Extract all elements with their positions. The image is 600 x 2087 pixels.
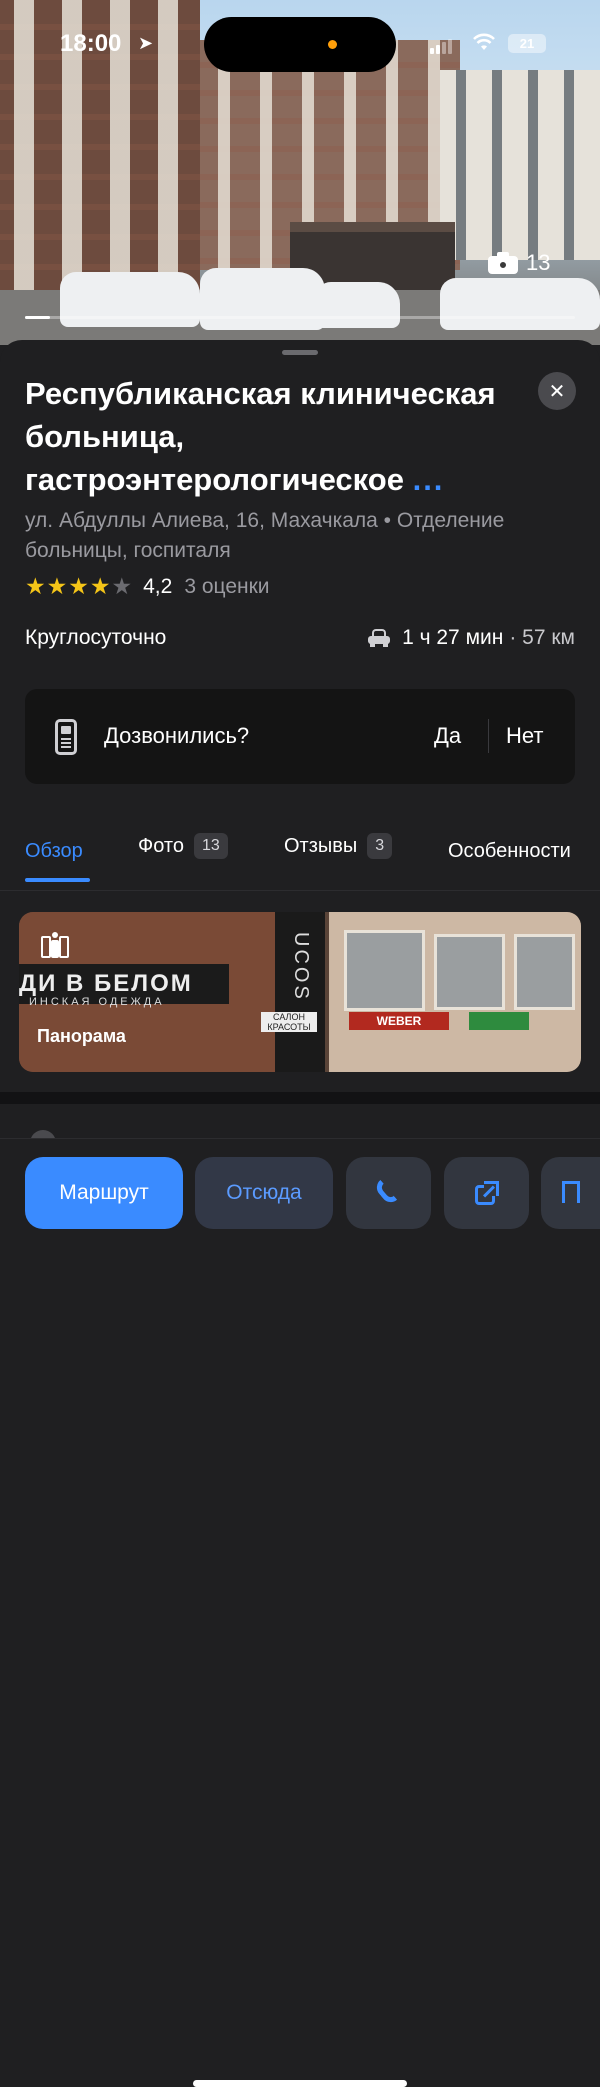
call-button[interactable] <box>346 1157 431 1229</box>
close-button[interactable]: ✕ <box>538 372 576 410</box>
route-button[interactable]: Маршрут <box>25 1157 183 1229</box>
panorama-window <box>514 934 575 1010</box>
tab-bar: Обзор Фото 13 Отзывы 3 Особенности <box>0 830 600 891</box>
panorama-window <box>434 934 505 1010</box>
car <box>315 282 400 328</box>
action-bar: Маршрут Отсюда <box>0 1138 600 2087</box>
mobile-phone-icon <box>55 719 77 755</box>
panorama-label: Панорама <box>37 1026 126 1046</box>
tab-features[interactable]: Особенности <box>448 840 571 863</box>
privacy-indicator-icon <box>328 40 337 49</box>
section-separator <box>0 1092 600 1104</box>
panorama-shop-banner: WEBER <box>349 1012 449 1030</box>
wifi-icon <box>473 33 495 50</box>
tab-reviews-label: Отзывы <box>284 834 358 857</box>
call-yes-button[interactable]: Да <box>434 723 461 749</box>
tab-reviews-badge: 3 <box>367 833 393 859</box>
from-here-button[interactable]: Отсюда <box>195 1157 333 1229</box>
car <box>200 268 325 330</box>
place-address: ул. Абдуллы Алиева, 16, Махачкала • Отде… <box>25 509 505 562</box>
location-arrow-icon: ➤ <box>138 33 154 53</box>
tab-photos-label: Фото <box>138 834 184 857</box>
panorama-preview[interactable]: ДИ В БЕЛОМ ИНСКАЯ ОДЕЖДА UCOS САЛОН КРАС… <box>19 912 581 1072</box>
rating-count: 3 оценки <box>184 574 270 598</box>
route-info[interactable]: 1 ч 27 мин · 57 км <box>368 626 575 650</box>
tab-overview-label: Обзор <box>25 840 83 862</box>
panorama-sign-text: ДИ В БЕЛОМ <box>19 970 193 997</box>
title-expand-button[interactable]: ... <box>413 462 445 497</box>
status-time: 18:00 <box>60 30 122 57</box>
building-right <box>440 70 600 260</box>
status-bar: 18:00 ➤ 21 <box>0 0 600 90</box>
tab-photos[interactable]: Фото 13 <box>138 833 228 859</box>
panorama-green-banner <box>469 1012 529 1030</box>
tab-reviews[interactable]: Отзывы 3 <box>284 833 393 859</box>
rating-value: 4,2 <box>143 574 173 598</box>
share-button[interactable] <box>444 1157 529 1229</box>
call-feedback-card: Дозвонились? Да Нет <box>25 689 575 784</box>
active-tab-indicator <box>25 878 90 882</box>
route-distance: · 57 км <box>509 626 575 649</box>
rating-stars-icon: ★★★★★ <box>25 573 134 599</box>
car-icon <box>368 629 391 647</box>
tab-overview[interactable]: Обзор <box>25 840 83 863</box>
photo-count-value: 13 <box>526 250 551 275</box>
home-indicator[interactable] <box>193 2080 407 2087</box>
phone-icon <box>372 1179 402 1207</box>
tab-photos-badge: 13 <box>193 833 228 859</box>
bookmark-icon <box>561 1181 580 1205</box>
close-icon: ✕ <box>548 380 566 403</box>
divider <box>488 719 489 753</box>
opening-hours[interactable]: Круглосуточно <box>25 626 166 650</box>
call-no-button[interactable]: Нет <box>506 723 543 749</box>
photo-progress <box>25 316 575 319</box>
sheet-grabber[interactable] <box>282 350 318 355</box>
rating-row[interactable]: ★★★★★ 4,2 3 оценки <box>25 573 270 600</box>
place-title: Республиканская клиническая больница, га… <box>25 372 505 501</box>
car <box>440 278 600 330</box>
photo-count[interactable]: 13 <box>488 250 550 276</box>
panorama-window <box>344 930 425 1011</box>
cellular-signal-icon <box>430 36 454 54</box>
share-icon <box>474 1181 499 1205</box>
call-question: Дозвонились? <box>104 723 250 748</box>
battery-icon: 21 <box>508 34 546 53</box>
route-time: 1 ч 27 мин <box>402 626 504 649</box>
dynamic-island <box>204 17 396 72</box>
panorama-icon <box>37 932 73 962</box>
place-card-sheet: ✕ Республиканская клиническая больница, … <box>0 340 600 2087</box>
place-photo[interactable]: 18:00 ➤ 21 13 <box>0 0 600 345</box>
panorama-column-text: UCOS <box>290 932 312 1002</box>
panorama-sign-subtext: ИНСКАЯ ОДЕЖДА <box>29 996 165 1008</box>
bookmark-button[interactable] <box>541 1157 600 1229</box>
camera-icon <box>488 252 518 274</box>
tab-features-label: Особенности <box>448 840 571 862</box>
panorama-salon-sign: САЛОН КРАСОТЫ <box>261 1012 317 1032</box>
